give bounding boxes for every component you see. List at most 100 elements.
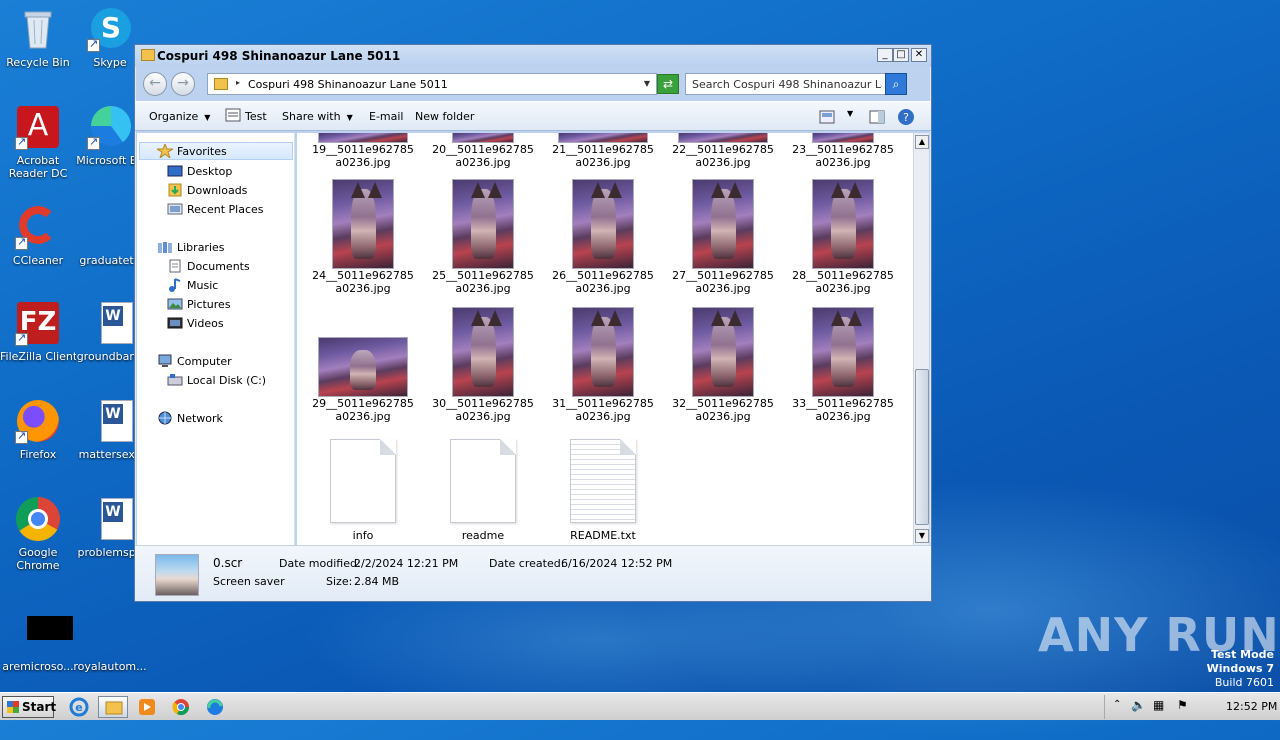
media-player-icon[interactable]	[132, 696, 162, 718]
search-box[interactable]: Search Cospuri 498 Shinanoazur Lane ... …	[685, 73, 907, 95]
maximize-button[interactable]: □	[893, 48, 909, 62]
file-item[interactable]: 32__5011e962785 a0236.jpg	[663, 307, 783, 423]
file-item[interactable]: 19__5011e962785 a0236.jpg	[303, 133, 423, 169]
scroll-up-icon[interactable]: ▲	[915, 135, 929, 149]
nav-computer[interactable]: Computer	[177, 355, 232, 368]
address-bar[interactable]: ▸ Cospuri 498 Shinanoazur Lane 5011 ▼	[207, 73, 657, 95]
action-center-flag-icon[interactable]: ⚑	[1177, 698, 1188, 712]
file-item[interactable]: 20__5011e962785 a0236.jpg	[423, 133, 543, 169]
nav-network[interactable]: Network	[177, 412, 223, 425]
desktop-icon-aremicroso[interactable]: aremicroso...	[0, 610, 76, 673]
file-item[interactable]: 24__5011e962785 a0236.jpg	[303, 179, 423, 295]
generic-file-icon	[450, 439, 516, 523]
help-icon[interactable]: ?	[897, 108, 915, 125]
new-folder-button[interactable]: New folder	[415, 110, 474, 123]
file-name-line2: a0236.jpg	[455, 282, 511, 295]
desktop-icon-recycle-bin[interactable]: Recycle Bin	[0, 6, 76, 69]
share-with-label: Share with	[282, 110, 341, 123]
explorer-taskbar-icon[interactable]	[98, 696, 128, 718]
nav-recent-places[interactable]: Recent Places	[187, 203, 264, 216]
file-item[interactable]: 25__5011e962785 a0236.jpg	[423, 179, 543, 295]
word-doc-icon: W	[87, 300, 133, 346]
test-mode-watermark: Test Mode Windows 7 Build 7601	[1207, 648, 1274, 690]
nav-documents[interactable]: Documents	[187, 260, 250, 273]
file-item[interactable]: 30__5011e962785 a0236.jpg	[423, 307, 543, 423]
file-item[interactable]: 22__5011e962785 a0236.jpg	[663, 133, 783, 169]
file-item[interactable]: 33__5011e962785 a0236.jpg	[783, 307, 903, 423]
generic-file-icon	[330, 439, 396, 523]
search-icon[interactable]: ⌕	[885, 73, 907, 95]
details-filename: 0.scr	[213, 556, 243, 570]
desktop-icon-filezilla[interactable]: FZ FileZilla Client	[0, 300, 76, 363]
nav-local-disk[interactable]: Local Disk (C:)	[187, 374, 266, 387]
desktop-icon-firefox[interactable]: Firefox	[0, 398, 76, 461]
file-icon	[87, 610, 133, 656]
nav-pictures[interactable]: Pictures	[187, 298, 231, 311]
file-name-line2: a0236.jpg	[695, 282, 751, 295]
test-mode-line3: Build 7601	[1214, 676, 1274, 689]
file-item[interactable]: readme	[423, 439, 543, 542]
file-name-line1: 23__5011e962785	[792, 143, 894, 156]
close-button[interactable]: ✕	[911, 48, 927, 62]
recent-places-icon	[167, 202, 183, 216]
start-button[interactable]: Start	[2, 696, 56, 718]
nav-libraries[interactable]: Libraries	[177, 241, 225, 254]
nav-desktop[interactable]: Desktop	[187, 165, 232, 178]
file-item[interactable]: 27__5011e962785 a0236.jpg	[663, 179, 783, 295]
file-name-line1: 26__5011e962785	[552, 269, 654, 282]
nav-favorites[interactable]: Favorites	[177, 145, 227, 158]
explorer-window[interactable]: Cospuri 498 Shinanoazur Lane 5011 _ □ ✕ …	[134, 44, 932, 602]
file-item[interactable]: info	[303, 439, 423, 542]
file-name-line2: a0236.jpg	[335, 410, 391, 423]
file-name-line2: a0236.jpg	[575, 410, 631, 423]
nav-music[interactable]: Music	[187, 279, 218, 292]
tray-expand-icon[interactable]: ⌃	[1113, 699, 1121, 710]
scroll-down-icon[interactable]: ▼	[915, 529, 929, 543]
organize-button[interactable]: Organize ▼	[149, 110, 210, 123]
file-item[interactable]: 29__5011e962785 a0236.jpg	[303, 307, 423, 423]
file-item[interactable]: 23__5011e962785 a0236.jpg	[783, 133, 903, 169]
desktop-icon-acrobat[interactable]: A Acrobat Reader DC	[0, 104, 76, 180]
image-thumbnail	[332, 179, 394, 269]
desktop-icon-ccleaner[interactable]: CCleaner	[0, 204, 76, 267]
forward-arrow-icon[interactable]: →	[171, 72, 195, 96]
nav-videos[interactable]: Videos	[187, 317, 224, 330]
vertical-scrollbar[interactable]: ▲ ▼	[913, 133, 929, 545]
file-name-line1: 28__5011e962785	[792, 269, 894, 282]
edge-taskbar-icon[interactable]	[200, 696, 230, 718]
scroll-thumb[interactable]	[915, 369, 929, 525]
file-item[interactable]: 21__5011e962785 a0236.jpg	[543, 133, 663, 169]
file-name-line1: 33__5011e962785	[792, 397, 894, 410]
nav-downloads[interactable]: Downloads	[187, 184, 247, 197]
clock[interactable]: 12:52 PM	[1226, 700, 1277, 713]
minimize-button[interactable]: _	[877, 48, 893, 62]
chevron-down-icon[interactable]: ▼	[847, 109, 853, 118]
file-item[interactable]: 31__5011e962785 a0236.jpg	[543, 307, 663, 423]
preview-pane-icon[interactable]	[869, 110, 887, 126]
file-list[interactable]: 19__5011e962785 a0236.jpg 20__5011e96278…	[297, 133, 913, 545]
acrobat-icon: A	[15, 104, 61, 150]
search-input[interactable]: Search Cospuri 498 Shinanoazur Lane ...	[692, 78, 882, 91]
details-created-label: Date created:	[489, 557, 565, 570]
chevron-down-icon[interactable]: ▼	[644, 79, 650, 88]
title-bar[interactable]: Cospuri 498 Shinanoazur Lane 5011 _ □ ✕	[135, 45, 931, 67]
email-button[interactable]: E-mail	[369, 110, 404, 123]
desktop-icon-royalautom[interactable]: royalautom...	[72, 610, 148, 673]
file-name-line2: a0236.jpg	[695, 410, 751, 423]
chrome-taskbar-icon[interactable]	[166, 696, 196, 718]
breadcrumb-chevron-icon[interactable]: ▸	[236, 78, 240, 87]
back-arrow-icon[interactable]: ←	[143, 72, 167, 96]
test-button[interactable]: Test	[245, 110, 267, 123]
desktop-icon-chrome[interactable]: Google Chrome	[0, 496, 76, 572]
file-item[interactable]: 28__5011e962785 a0236.jpg	[783, 179, 903, 295]
refresh-icon[interactable]: ⇄	[657, 74, 679, 94]
file-item[interactable]: 26__5011e962785 a0236.jpg	[543, 179, 663, 295]
share-with-button[interactable]: Share with ▼	[282, 110, 353, 123]
file-item[interactable]: README.txt	[543, 439, 663, 542]
ie-icon[interactable]: e	[64, 696, 94, 718]
folder-icon	[141, 49, 155, 61]
network-tray-icon[interactable]: ▦	[1153, 698, 1164, 712]
view-options-icon[interactable]	[819, 110, 837, 126]
volume-icon[interactable]: 🔈	[1131, 698, 1146, 712]
image-thumbnail	[572, 179, 634, 269]
